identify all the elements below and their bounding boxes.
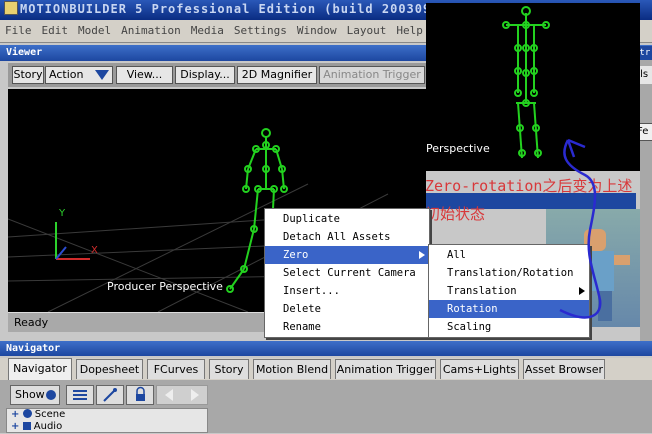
menu-animation[interactable]: Animation (116, 20, 186, 37)
menu-edit[interactable]: Edit (37, 20, 74, 37)
annotation-text-line-2: 初始状态 (425, 205, 486, 223)
axis-y-label: Y (59, 208, 66, 219)
axis-x-label: X (91, 245, 98, 256)
2d-magnifier-button[interactable]: 2D Magnifier (237, 66, 317, 84)
navigator-title-bar: Navigator (0, 341, 652, 356)
menu-layout[interactable]: Layout (342, 20, 392, 37)
story-button[interactable]: Story (12, 66, 44, 84)
menu-item-insert[interactable]: Insert... (265, 282, 429, 300)
tree-item-scene-label: Scene (34, 409, 66, 420)
tab-navigator[interactable]: Navigator (8, 358, 72, 380)
viewer-title: Viewer (6, 47, 43, 58)
status-text: Ready (14, 316, 49, 329)
list-view-button[interactable] (66, 385, 94, 405)
right-panel-strip (640, 46, 652, 341)
menu-media[interactable]: Media (186, 20, 229, 37)
navigator-title: Navigator (6, 343, 61, 354)
submenu-arrow-icon (419, 251, 425, 259)
tree-item-audio[interactable]: + Audio (11, 421, 62, 434)
reference-camera-label: Perspective (426, 142, 490, 155)
menu-file[interactable]: File (0, 20, 37, 37)
action-label: Action (49, 68, 84, 81)
show-dot-icon (46, 390, 56, 400)
tab-cams-lights[interactable]: Cams+Lights (440, 359, 519, 379)
viewer-toolbar: Story Action View... Display... 2D Magni… (8, 63, 428, 87)
menu-item-detach-all-assets[interactable]: Detach All Assets (265, 228, 429, 246)
menu-item-delete[interactable]: Delete (265, 300, 429, 318)
tree-item-audio-label: Audio (33, 421, 63, 432)
display-button[interactable]: Display... (175, 66, 235, 84)
menu-window[interactable]: Window (292, 20, 342, 37)
menu-settings[interactable]: Settings (229, 20, 292, 37)
scene-tree: + Scene + Audio (6, 408, 208, 433)
app-icon (4, 1, 18, 15)
menu-item-select-current-camera[interactable]: Select Current Camera (265, 264, 429, 282)
menu-item-zero-label: Zero (283, 249, 309, 261)
navigator-tabs: Navigator Dopesheet FCurves Story Motion… (0, 358, 652, 380)
menu-item-duplicate[interactable]: Duplicate (265, 210, 429, 228)
navigator-panel: Show + Scene + Audio (0, 380, 652, 433)
list-icon (73, 390, 87, 400)
show-button[interactable]: Show (10, 385, 60, 405)
action-dropdown[interactable]: Action (45, 66, 113, 84)
tab-animation-trigger[interactable]: Animation Trigger (335, 359, 436, 379)
context-menu: Duplicate Detach All Assets Zero Select … (264, 208, 430, 338)
menu-model[interactable]: Model (73, 20, 116, 37)
tab-story[interactable]: Story (209, 359, 249, 379)
menu-help[interactable]: Help (391, 20, 428, 37)
wand-button[interactable] (96, 385, 124, 405)
menu-item-zero[interactable]: Zero (265, 246, 429, 264)
speaker-icon (22, 422, 31, 430)
animation-trigger-button[interactable]: Animation Trigger (319, 66, 425, 84)
camera-label: Producer Perspective (107, 280, 223, 293)
back-forward-arrows-icon (165, 389, 199, 401)
tab-motion-blend[interactable]: Motion Blend (253, 359, 331, 379)
tab-fcurves[interactable]: FCurves (147, 359, 205, 379)
scribble-annotation-icon (559, 138, 602, 319)
view-button[interactable]: View... (116, 66, 173, 84)
magic-wand-icon (103, 388, 117, 402)
menu-item-rename[interactable]: Rename (265, 318, 429, 336)
show-label: Show (15, 388, 45, 401)
lock-button[interactable] (126, 385, 154, 405)
lock-icon (136, 386, 145, 401)
expand-plus-icon[interactable]: + (11, 421, 19, 432)
history-nav-buttons[interactable] (156, 385, 208, 405)
tab-asset-browser[interactable]: Asset Browser (523, 359, 605, 379)
window-title: MOTIONBUILDER 5 Professional Edition (bu… (20, 2, 432, 16)
tab-dopesheet[interactable]: Dopesheet (76, 359, 143, 379)
submenu-item-translation-label: Translation (447, 285, 517, 297)
dropdown-arrow-icon (95, 70, 109, 80)
expand-plus-icon[interactable]: + (11, 409, 19, 420)
scene-icon (22, 409, 32, 418)
